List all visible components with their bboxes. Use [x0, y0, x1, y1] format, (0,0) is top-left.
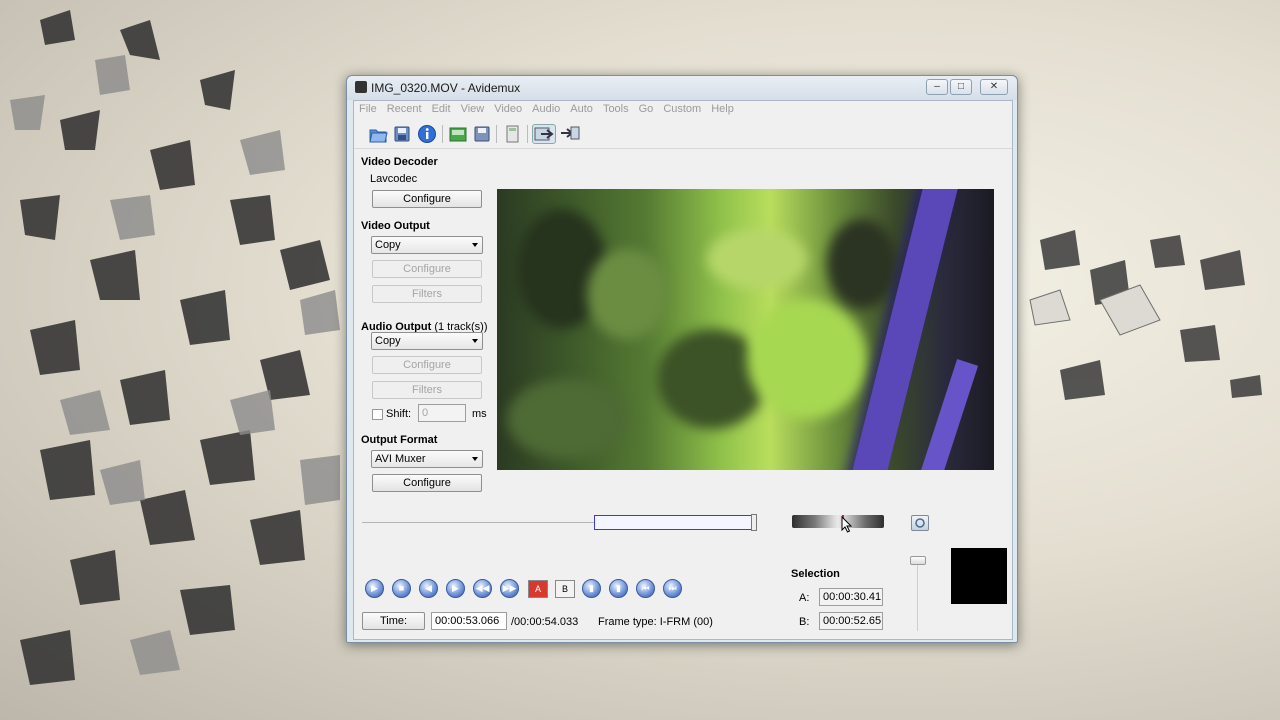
avidemux-window: IMG_0320.MOV - Avidemux – □ ✕ File Recent…: [346, 75, 1018, 643]
load-image-icon[interactable]: [448, 124, 468, 144]
volume-slider-thumb[interactable]: [910, 556, 926, 565]
video-decoder-heading: Video Decoder: [361, 156, 438, 168]
input-preview-icon[interactable]: [532, 124, 556, 144]
chevron-down-icon: [472, 243, 478, 247]
info-icon[interactable]: [417, 124, 437, 144]
audio-output-select[interactable]: Copy: [371, 332, 483, 350]
calculator-icon[interactable]: [502, 124, 522, 144]
jog-shuttle[interactable]: [792, 515, 884, 528]
chevron-down-icon: [472, 339, 478, 343]
selection-b-field[interactable]: 00:00:52.65: [819, 612, 883, 630]
window-title: IMG_0320.MOV - Avidemux: [371, 81, 521, 95]
menu-file[interactable]: File: [354, 101, 382, 115]
railing: [913, 359, 979, 470]
menu-go[interactable]: Go: [634, 101, 659, 115]
output-format-heading: Output Format: [361, 434, 438, 446]
previous-black-frame-button[interactable]: ▮: [582, 579, 601, 598]
menu-video[interactable]: Video: [489, 101, 527, 115]
output-format-configure-button[interactable]: Configure: [372, 474, 482, 492]
next-frame-button[interactable]: ▶: [446, 579, 465, 598]
chevron-down-icon: [472, 457, 478, 461]
toolbar-separator: [496, 125, 497, 143]
volume-button[interactable]: [911, 515, 929, 531]
open-file-icon[interactable]: [368, 124, 388, 144]
selection-a-field[interactable]: 00:00:30.41: [819, 588, 883, 606]
save-icon[interactable]: [392, 124, 412, 144]
audio-output-value: Copy: [375, 335, 401, 347]
output-preview-icon[interactable]: [559, 124, 583, 144]
current-time-field[interactable]: 00:00:53.066: [431, 612, 507, 630]
save-image-icon[interactable]: [472, 124, 492, 144]
next-keyframe-button[interactable]: ▶▶: [500, 579, 519, 598]
go-to-last-frame-button[interactable]: ⏭: [663, 579, 682, 598]
video-output-configure-button[interactable]: Configure: [372, 260, 482, 278]
output-format-value: AVI Muxer: [375, 453, 426, 465]
toolbar-separator: [527, 125, 528, 143]
video-output-select[interactable]: Copy: [371, 236, 483, 254]
selection-heading: Selection: [791, 568, 840, 580]
video-decoder-codec: Lavcodec: [370, 173, 418, 185]
menu-recent[interactable]: Recent: [382, 101, 427, 115]
shift-spinbox[interactable]: 0: [418, 404, 466, 422]
play-button[interactable]: ▶: [365, 579, 384, 598]
selection-b-label: B:: [799, 616, 810, 628]
time-button[interactable]: Time:: [362, 612, 425, 630]
timeline-selection: [594, 515, 754, 530]
video-output-value: Copy: [375, 239, 401, 251]
next-black-frame-button[interactable]: ▮: [609, 579, 628, 598]
toolbar: [354, 120, 1012, 149]
frame-type: Frame type: I-FRM (00): [598, 616, 713, 628]
set-marker-a-button[interactable]: A: [528, 580, 548, 598]
total-time: /00:00:54.033: [511, 616, 579, 628]
selection-a-label: A:: [799, 592, 810, 604]
stop-button[interactable]: ■: [392, 579, 411, 598]
maximize-button[interactable]: □: [950, 79, 972, 95]
menu-tools[interactable]: Tools: [598, 101, 634, 115]
menu-custom[interactable]: Custom: [658, 101, 706, 115]
avidemux-app-icon: [355, 81, 367, 93]
video-preview: [497, 189, 994, 470]
volume-slider-track[interactable]: [917, 559, 918, 631]
mouse-cursor-icon: [841, 516, 853, 533]
menu-audio[interactable]: Audio: [527, 101, 565, 115]
menu-auto[interactable]: Auto: [565, 101, 598, 115]
shift-unit: ms: [472, 408, 487, 420]
shift-value: 0: [422, 407, 429, 419]
shift-checkbox[interactable]: [372, 409, 383, 420]
main-area: File Recent Edit View Video Audio Auto Tools Go C…: [353, 100, 1013, 640]
timeline-handle[interactable]: [751, 514, 757, 531]
menu-bar: File Recent Edit View Video Audio Auto Tools Go C…: [354, 101, 1012, 119]
title-bar[interactable]: IMG_0320.MOV - Avidemux – □ ✕: [347, 76, 1017, 100]
audio-meter: [951, 548, 1007, 604]
previous-frame-button[interactable]: ◀: [419, 579, 438, 598]
video-decoder-configure-button[interactable]: Configure: [372, 190, 482, 208]
set-marker-b-button[interactable]: B: [555, 580, 575, 598]
close-button[interactable]: ✕: [980, 79, 1008, 95]
shift-label: Shift:: [386, 408, 412, 420]
output-format-select[interactable]: AVI Muxer: [371, 450, 483, 468]
previous-keyframe-button[interactable]: ◀◀: [473, 579, 492, 598]
video-output-filters-button[interactable]: Filters: [372, 285, 482, 303]
menu-help[interactable]: Help: [706, 101, 739, 115]
minimize-button[interactable]: –: [926, 79, 948, 95]
audio-output-configure-button[interactable]: Configure: [372, 356, 482, 374]
go-to-first-frame-button[interactable]: ⏮: [636, 579, 655, 598]
audio-output-filters-button[interactable]: Filters: [372, 381, 482, 399]
toolbar-separator: [442, 125, 443, 143]
video-output-heading: Video Output: [361, 220, 430, 232]
menu-edit[interactable]: Edit: [427, 101, 456, 115]
menu-view[interactable]: View: [456, 101, 490, 115]
